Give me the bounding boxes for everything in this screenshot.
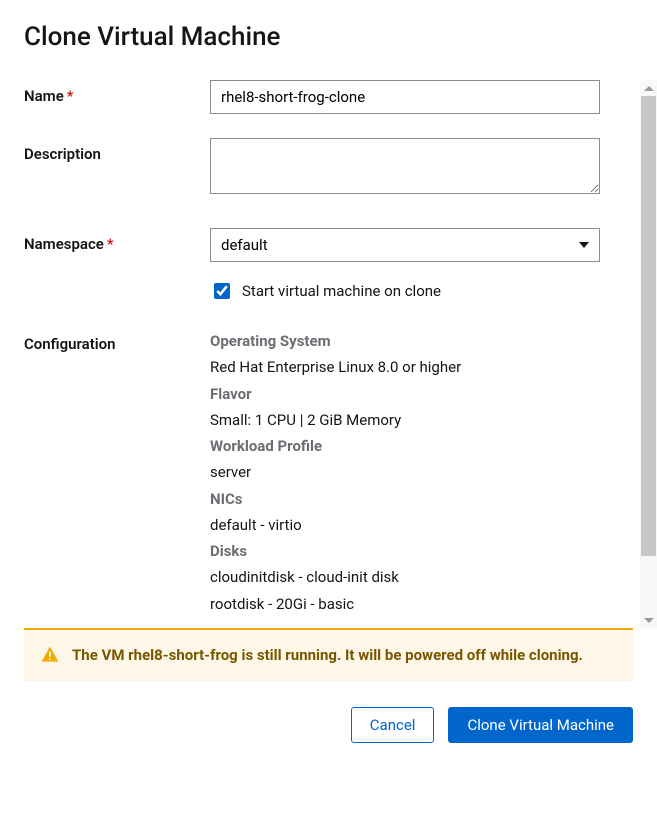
label-configuration: Configuration bbox=[24, 328, 210, 353]
label-name-text: Name bbox=[24, 87, 64, 105]
namespace-select[interactable]: default bbox=[210, 228, 600, 262]
config-flavor-label: Flavor bbox=[210, 381, 600, 407]
config-flavor-value: Small: 1 CPU | 2 GiB Memory bbox=[210, 407, 600, 433]
name-input[interactable] bbox=[210, 80, 600, 114]
row-name: Name* bbox=[24, 80, 633, 114]
configuration-block: Operating System Red Hat Enterprise Linu… bbox=[210, 328, 600, 617]
scroll-down-icon[interactable] bbox=[640, 612, 657, 628]
config-disk2: rootdisk - 20Gi - basic bbox=[210, 591, 600, 617]
label-name: Name* bbox=[24, 80, 210, 105]
start-on-clone-checkbox[interactable] bbox=[214, 283, 230, 299]
scrollbar[interactable] bbox=[640, 80, 657, 628]
config-disk1: cloudinitdisk - cloud-init disk bbox=[210, 564, 600, 590]
modal-title: Clone Virtual Machine bbox=[24, 22, 633, 52]
cancel-button[interactable]: Cancel bbox=[351, 707, 435, 743]
modal-body: Clone Virtual Machine Name* Description … bbox=[0, 0, 657, 628]
namespace-selected-value: default bbox=[221, 236, 268, 254]
config-nics-value: default - virtio bbox=[210, 512, 600, 538]
start-on-clone-label: Start virtual machine on clone bbox=[242, 282, 441, 300]
row-description: Description bbox=[24, 138, 633, 198]
scroll-up-icon[interactable] bbox=[640, 80, 657, 96]
config-workload-value: server bbox=[210, 459, 600, 485]
label-description: Description bbox=[24, 138, 210, 163]
clone-button[interactable]: Clone Virtual Machine bbox=[448, 707, 633, 743]
warning-text: The VM rhel8-short-frog is still running… bbox=[72, 644, 583, 667]
row-namespace: Namespace* default bbox=[24, 228, 633, 262]
warning-icon bbox=[40, 645, 60, 665]
config-os-label: Operating System bbox=[210, 328, 600, 354]
scroll-thumb[interactable] bbox=[641, 96, 656, 556]
button-row: Cancel Clone Virtual Machine bbox=[24, 707, 633, 743]
row-configuration: Configuration Operating System Red Hat E… bbox=[24, 328, 633, 617]
config-disks-label: Disks bbox=[210, 538, 600, 564]
row-start-checkbox: Start virtual machine on clone bbox=[24, 280, 633, 302]
description-textarea[interactable] bbox=[210, 138, 600, 194]
required-asterisk: * bbox=[107, 235, 114, 253]
warning-alert: The VM rhel8-short-frog is still running… bbox=[24, 628, 633, 681]
caret-down-icon bbox=[579, 242, 589, 248]
config-workload-label: Workload Profile bbox=[210, 433, 600, 459]
label-namespace: Namespace* bbox=[24, 228, 210, 253]
config-os-value: Red Hat Enterprise Linux 8.0 or higher bbox=[210, 354, 600, 380]
modal-footer: The VM rhel8-short-frog is still running… bbox=[0, 628, 657, 765]
required-asterisk: * bbox=[67, 87, 74, 105]
label-namespace-text: Namespace bbox=[24, 235, 104, 253]
config-nics-label: NICs bbox=[210, 486, 600, 512]
